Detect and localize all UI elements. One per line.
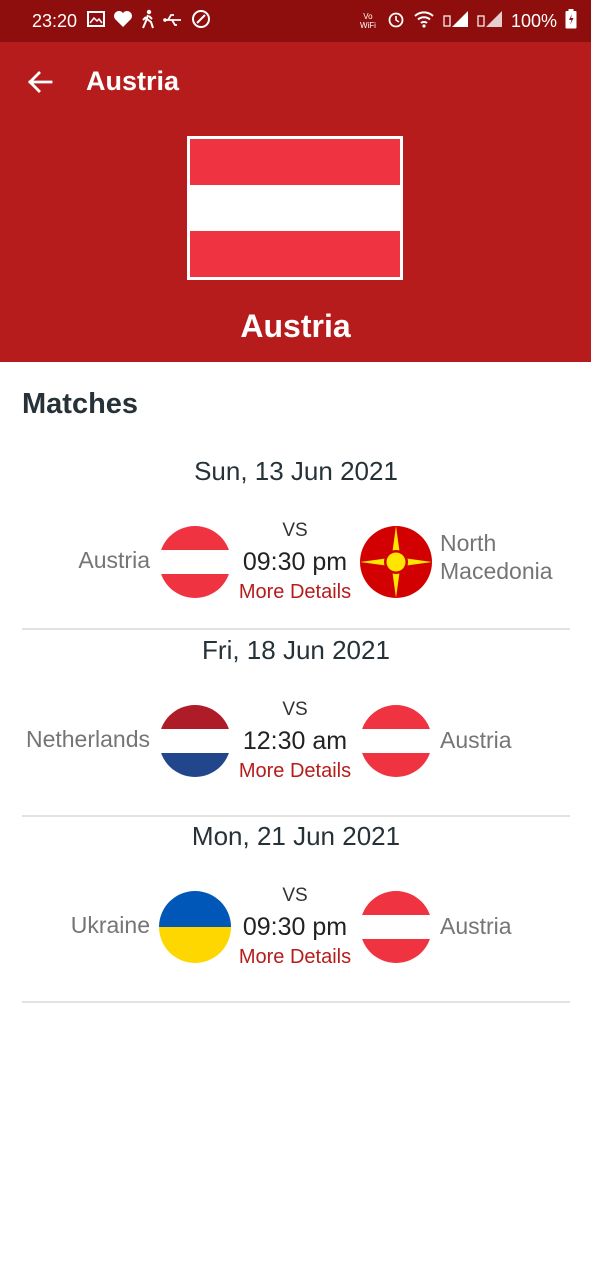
country-name: Austria bbox=[240, 308, 351, 344]
match-center: VS 12:30 am More Details bbox=[220, 699, 370, 783]
vowifi-icon: Vo WiFi bbox=[359, 12, 376, 30]
austria-flag-large bbox=[187, 136, 403, 280]
flag-band bbox=[190, 231, 400, 277]
home-team-name: Netherlands bbox=[25, 726, 150, 752]
image-icon bbox=[87, 10, 106, 32]
toolbar-title: Austria bbox=[86, 66, 180, 96]
back-button[interactable] bbox=[22, 64, 58, 100]
country-header: Austria Austria bbox=[0, 42, 591, 362]
match-card: Fri, 18 Jun 2021 Netherlands VS 12:30 am… bbox=[22, 631, 570, 817]
more-details-link[interactable]: More Details bbox=[220, 946, 370, 969]
heart-icon bbox=[113, 10, 133, 33]
match-center: VS 09:30 pm More Details bbox=[220, 520, 370, 604]
away-team-name: Austria bbox=[440, 727, 512, 753]
away-team-name-line: Macedonia bbox=[440, 558, 553, 584]
match-time: 12:30 am bbox=[242, 727, 348, 755]
battery-icon bbox=[565, 8, 577, 34]
more-details-link[interactable]: More Details bbox=[220, 581, 370, 604]
flag-band bbox=[190, 185, 400, 231]
vs-label: VS bbox=[282, 885, 308, 906]
signal-icon bbox=[477, 10, 503, 33]
north-macedonia-flag-icon bbox=[360, 526, 432, 598]
match-date: Sun, 13 Jun 2021 bbox=[194, 456, 398, 486]
match-center: VS 09:30 pm More Details bbox=[220, 885, 370, 969]
data-saver-icon bbox=[191, 9, 211, 34]
flag-band bbox=[190, 139, 400, 185]
usb-icon bbox=[163, 11, 183, 32]
vs-label: VS bbox=[282, 699, 308, 720]
arrow-back-icon bbox=[28, 71, 53, 93]
austria-flag-icon bbox=[360, 891, 432, 963]
more-details-link[interactable]: More Details bbox=[220, 760, 370, 783]
status-right: Vo WiFi 100% bbox=[357, 8, 577, 34]
match-date: Mon, 21 Jun 2021 bbox=[191, 821, 401, 851]
home-team-name: Austria bbox=[78, 547, 150, 573]
away-team-name: North Macedonia bbox=[440, 529, 553, 585]
match-time: 09:30 pm bbox=[242, 913, 348, 941]
away-team-name-line: North bbox=[440, 530, 497, 556]
match-date: Fri, 18 Jun 2021 bbox=[202, 635, 390, 665]
match-card: Mon, 21 Jun 2021 Ukraine VS 09:30 pm Mor… bbox=[22, 817, 570, 1003]
status-bar: 23:20 Vo WiFi 100% bbox=[0, 0, 591, 42]
matches-heading: Matches bbox=[22, 388, 139, 420]
battery-percent: 100% bbox=[510, 10, 557, 31]
status-time: 23:20 bbox=[32, 10, 78, 31]
walk-icon bbox=[141, 9, 155, 34]
home-team-name: Ukraine bbox=[70, 912, 150, 938]
vs-label: VS bbox=[282, 520, 308, 541]
match-time: 09:30 pm bbox=[242, 548, 348, 576]
austria-flag-icon bbox=[360, 705, 432, 777]
away-team-name: Austria bbox=[440, 913, 512, 939]
wifi-icon bbox=[413, 10, 435, 33]
match-card: Sun, 13 Jun 2021 Austria VS 09:30 pm Mor… bbox=[22, 444, 570, 630]
signal-icon bbox=[443, 10, 469, 33]
alarm-icon bbox=[387, 10, 405, 33]
